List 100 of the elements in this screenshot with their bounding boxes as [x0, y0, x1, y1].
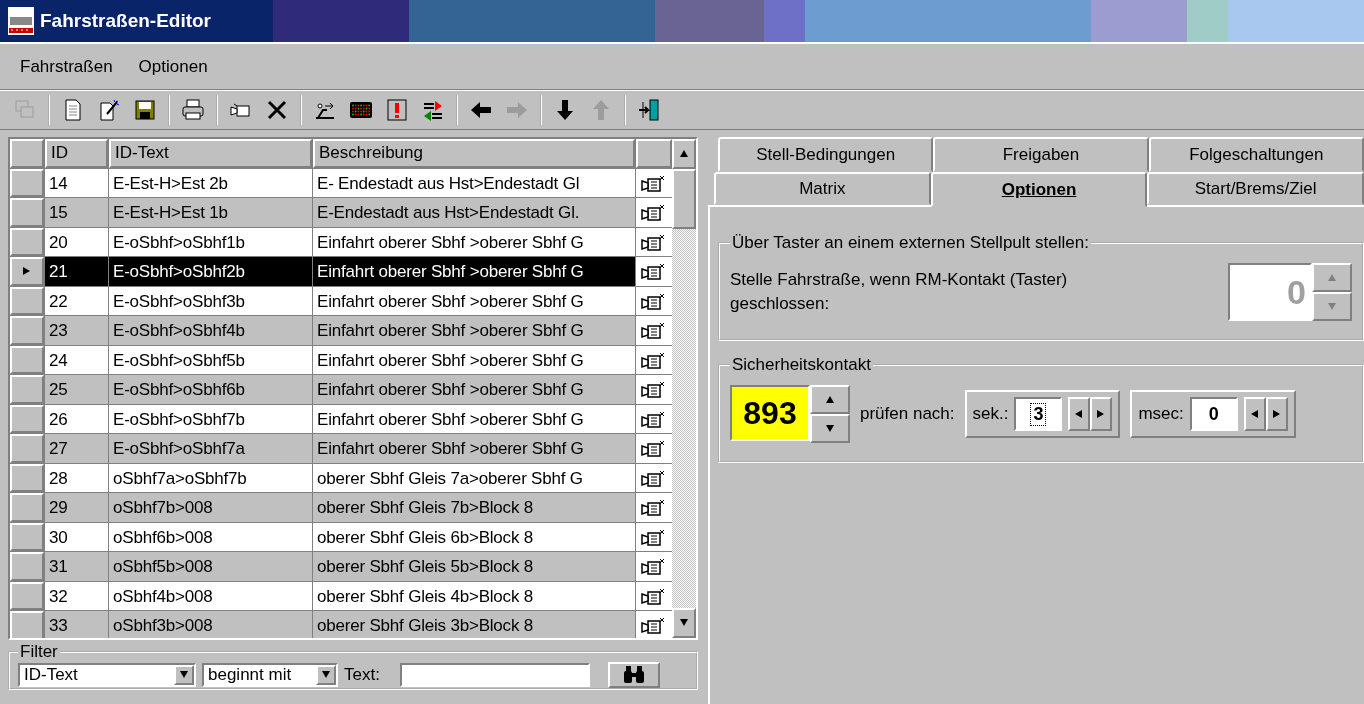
table-cell: E-Est-H>Est 1b: [109, 198, 312, 227]
seconds-value[interactable]: 3: [1014, 397, 1063, 431]
table-cell: Einfahrt oberer Sbhf >oberer Sbhf G: [313, 345, 635, 374]
scrollbar[interactable]: [672, 139, 696, 638]
group-title: Sicherheitskontakt: [731, 355, 872, 375]
table-cell: 28: [45, 463, 108, 492]
table-cell: oberer Sbhf Gleis 3b>Block 8: [313, 611, 635, 638]
table-cell: 21: [45, 257, 108, 286]
table-cell: 15: [45, 198, 108, 227]
table-cell: oberer Sbhf Gleis 5b>Block 8: [313, 552, 635, 581]
table-cell: 29: [45, 493, 108, 522]
table-cell: oSbhf6b>008: [109, 522, 312, 551]
table-cell: 30: [45, 522, 108, 551]
binoculars-icon: [621, 665, 646, 685]
table-cell: oberer Sbhf Gleis 6b>Block 8: [313, 522, 635, 551]
table-cell: 23: [45, 316, 108, 345]
table-cell: Einfahrt oberer Sbhf >oberer Sbhf G: [313, 227, 635, 256]
delete-icon: [265, 98, 289, 122]
table-cell: oberer Sbhf Gleis 7b>Block 8: [313, 493, 635, 522]
app-logo-icon: [8, 7, 34, 35]
tab[interactable]: Start/Brems/Ziel: [1147, 172, 1364, 205]
group-title: Filter: [19, 642, 59, 662]
dropdown-icon: [321, 670, 331, 680]
table-cell: oSbhf3b>008: [109, 611, 312, 638]
corner-header: [10, 139, 44, 168]
table-cell: E-Endestadt aus Hst>Endestadt Gl.: [313, 198, 635, 227]
milliseconds-label: msec:: [1138, 404, 1184, 424]
check-label: prüfen nach:: [860, 404, 955, 424]
table-cell: Einfahrt oberer Sbhf >oberer Sbhf G: [313, 316, 635, 345]
table-cell: 27: [45, 434, 108, 463]
exit-door-icon: [637, 98, 661, 122]
tab[interactable]: Matrix: [714, 172, 931, 205]
right-arrow-icon: [1271, 409, 1282, 419]
scroll-down-button[interactable]: [672, 608, 696, 638]
table-cell: Einfahrt oberer Sbhf >oberer Sbhf G: [313, 404, 635, 433]
table-cell: Einfahrt oberer Sbhf >oberer Sbhf G: [313, 375, 635, 404]
window-title: Fahrstraßen-Editor: [40, 10, 212, 32]
alert-icon: [385, 98, 409, 122]
table-cell: E-oSbhf>oSbhf2b: [109, 257, 312, 286]
table-cell: 32: [45, 581, 108, 610]
table-cell: oSbhf7b>008: [109, 493, 312, 522]
table-cell: oSbhf4b>008: [109, 581, 312, 610]
tab[interactable]: Freigaben: [933, 137, 1149, 172]
scroll-thumb[interactable]: [672, 169, 696, 229]
contact-label: Stelle Fahrstraße, wenn RM-Kontakt (Taster) geschlossen:: [730, 269, 1069, 315]
row-header[interactable]: [10, 257, 44, 286]
scroll-up-button[interactable]: [672, 139, 696, 169]
table-cell: 20: [45, 227, 108, 256]
table-cell: E-oSbhf>oSbhf7b: [109, 404, 312, 433]
table-cell: E-oSbhf>oSbhf4b: [109, 316, 312, 345]
table-cell: E-oSbhf>oSbhf3b: [109, 286, 312, 315]
table-cell: oSbhf5b>008: [109, 552, 312, 581]
safety-spinner[interactable]: 893: [730, 385, 850, 443]
seconds-label: sek.:: [972, 404, 1009, 424]
table-cell: E-oSbhf>oSbhf7a: [109, 434, 312, 463]
document-wand-icon: [97, 98, 121, 122]
tab[interactable]: Optionen: [930, 172, 1148, 207]
table-cell: 31: [45, 552, 108, 581]
spin-up-icon: [1327, 272, 1337, 283]
table-cell: 14: [45, 168, 108, 197]
printer-icon: [181, 98, 205, 122]
text-input[interactable]: [399, 663, 590, 687]
column-header[interactable]: ID-Text: [109, 139, 312, 168]
column-header[interactable]: ID: [45, 139, 108, 168]
table-cell: oberer Sbhf Gleis 7a>oberer Sbhf G: [313, 463, 635, 492]
scroll-up-icon: [679, 149, 689, 159]
mode-dropdown[interactable]: beginnt mit: [202, 663, 338, 687]
table-cell: E-Est-H>Est 2b: [109, 168, 312, 197]
tab[interactable]: Stell-Bedingungen: [718, 137, 934, 172]
tab[interactable]: Folgeschaltungen: [1148, 137, 1364, 172]
table-cell: oSbhf7a>oSbhf7b: [109, 463, 312, 492]
table-cell: Einfahrt oberer Sbhf >oberer Sbhf G: [313, 257, 635, 286]
left-arrow-icon: [1074, 409, 1085, 419]
menu-item[interactable]: Optionen: [138, 56, 208, 77]
spin-down-icon: [825, 423, 835, 434]
table-cell: Einfahrt oberer Sbhf >oberer Sbhf G: [313, 286, 635, 315]
field-dropdown[interactable]: ID-Text: [18, 663, 196, 687]
scroll-down-icon: [679, 618, 689, 628]
search-button[interactable]: [607, 662, 660, 688]
dropdown-icon: [179, 670, 189, 680]
table-cell: 22: [45, 286, 108, 315]
table-cell: E-oSbhf>oSbhf1b: [109, 227, 312, 256]
column-header[interactable]: Beschreibung: [313, 139, 635, 168]
table-cell: 24: [45, 345, 108, 374]
table-cell: 26: [45, 404, 108, 433]
menu-item[interactable]: Fahrstraßen: [20, 56, 113, 77]
save-icon: [133, 98, 157, 122]
table-cell: Einfahrt oberer Sbhf >oberer Sbhf G: [313, 434, 635, 463]
safety-value: 893: [730, 385, 810, 441]
table-cell: E-oSbhf>oSbhf5b: [109, 345, 312, 374]
swap-arrows-icon: [421, 98, 445, 122]
spin-down-icon: [1327, 301, 1337, 312]
contact-value: 0: [1228, 263, 1312, 321]
table-cell: 33: [45, 611, 108, 638]
group-title: Über Taster an einem externen Stellpult stellen:: [731, 233, 1090, 253]
table-cell: E- Endestadt aus Hst>Endestadt Gl: [313, 168, 635, 197]
table-cell: oberer Sbhf Gleis 4b>Block 8: [313, 581, 635, 610]
field-label: Text:: [344, 665, 380, 685]
spin-up-icon: [825, 394, 835, 405]
milliseconds-value[interactable]: 0: [1189, 397, 1238, 431]
